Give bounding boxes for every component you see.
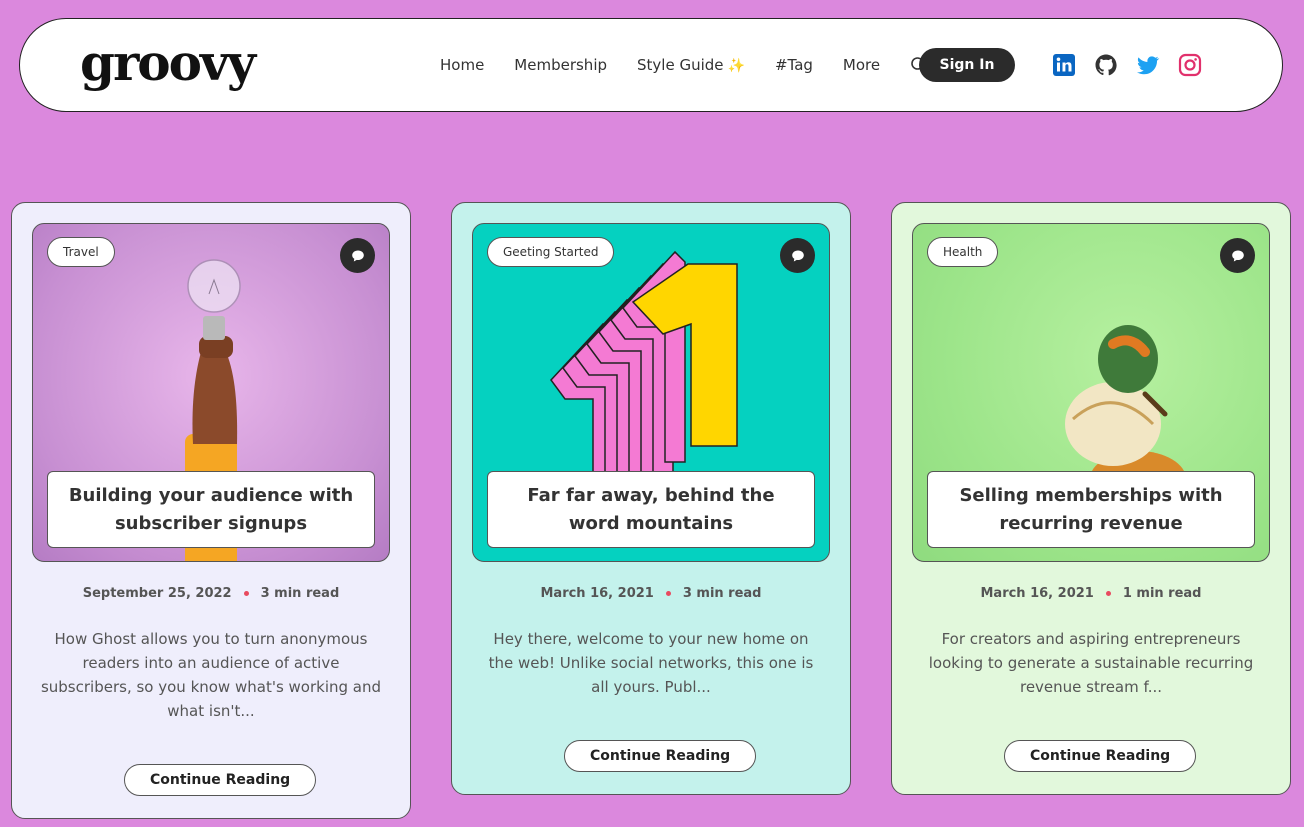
post-tag[interactable]: Health xyxy=(927,237,999,267)
post-card: Health Selling memberships with recurrin… xyxy=(891,202,1291,795)
post-meta: March 16, 2021 1 min read xyxy=(892,586,1290,601)
post-title[interactable]: Selling memberships with recurring reven… xyxy=(927,471,1255,548)
meta-separator xyxy=(665,590,671,596)
meta-separator xyxy=(243,590,249,596)
post-image[interactable]: Health Selling memberships with recurrin… xyxy=(912,223,1270,562)
post-card: Travel Building your audience with subsc… xyxy=(11,202,411,819)
nav-home[interactable]: Home xyxy=(440,56,484,74)
instagram-icon[interactable] xyxy=(1178,53,1202,77)
post-read-time: 3 min read xyxy=(260,586,340,601)
comment-icon[interactable] xyxy=(1220,238,1255,273)
post-card: Geeting Started Far far away, behind the… xyxy=(451,202,851,795)
continue-reading-button[interactable]: Continue Reading xyxy=(124,764,317,796)
post-title[interactable]: Building your audience with subscriber s… xyxy=(47,471,375,548)
comment-icon[interactable] xyxy=(340,238,375,273)
meta-separator xyxy=(1105,590,1111,596)
post-excerpt: Hey there, welcome to your new home on t… xyxy=(488,630,814,696)
post-date: March 16, 2021 xyxy=(980,586,1094,601)
site-logo[interactable]: groovy xyxy=(80,31,256,95)
nav-membership[interactable]: Membership xyxy=(514,56,607,74)
post-image[interactable]: Geeting Started Far far away, behind the… xyxy=(472,223,830,562)
twitter-icon[interactable] xyxy=(1136,53,1160,77)
post-image[interactable]: Travel Building your audience with subsc… xyxy=(32,223,390,562)
social-links xyxy=(1052,53,1202,77)
nav-tag[interactable]: #Tag xyxy=(775,56,813,74)
comment-icon[interactable] xyxy=(780,238,815,273)
post-meta: September 25, 2022 3 min read xyxy=(12,586,410,601)
nav-style-guide-label: Style Guide xyxy=(637,56,724,74)
continue-reading-button[interactable]: Continue Reading xyxy=(564,740,757,772)
post-excerpt: How Ghost allows you to turn anonymous r… xyxy=(40,630,382,720)
post-date: September 25, 2022 xyxy=(82,586,232,601)
sign-in-button[interactable]: Sign In xyxy=(919,48,1015,82)
post-tag[interactable]: Geeting Started xyxy=(487,237,615,267)
nav-more[interactable]: More xyxy=(843,56,880,74)
site-header: groovy Home Membership Style Guide ✨ #Tag… xyxy=(19,18,1283,112)
post-date: March 16, 2021 xyxy=(540,586,654,601)
post-title[interactable]: Far far away, behind the word mountains xyxy=(487,471,815,548)
linkedin-icon[interactable] xyxy=(1052,53,1076,77)
post-tag[interactable]: Travel xyxy=(47,237,115,267)
post-read-time: 1 min read xyxy=(1122,586,1202,601)
post-read-time: 3 min read xyxy=(682,586,762,601)
sparkle-icon: ✨ xyxy=(727,58,745,74)
github-icon[interactable] xyxy=(1094,53,1118,77)
post-excerpt: For creators and aspiring entrepreneurs … xyxy=(928,630,1254,696)
nav-style-guide[interactable]: Style Guide ✨ xyxy=(637,56,745,74)
continue-reading-button[interactable]: Continue Reading xyxy=(1004,740,1197,772)
main-nav: Home Membership Style Guide ✨ #Tag More xyxy=(440,19,956,111)
post-meta: March 16, 2021 3 min read xyxy=(452,586,850,601)
